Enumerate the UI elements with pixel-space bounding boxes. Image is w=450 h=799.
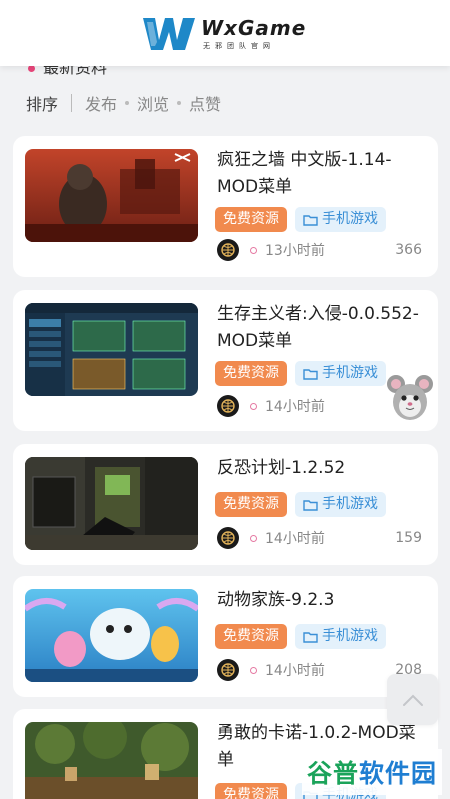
logo-subtitle: 无邪团队官网 [203,42,275,50]
sort-bar: 排序 发布 浏览 点赞 [26,90,221,116]
tag-category[interactable]: 手机游戏 [295,207,386,232]
folder-icon [303,499,318,511]
globe-icon [221,531,235,545]
logo-mark-icon [143,18,195,50]
separator-dot [177,101,182,105]
post-thumbnail[interactable] [25,722,198,799]
sort-option-publish[interactable]: 发布 [85,91,117,115]
post-thumbnail[interactable] [25,457,198,550]
tag-category[interactable]: 手机游戏 [295,361,386,386]
tag-category[interactable]: 手机游戏 [295,624,386,649]
post-title[interactable]: 动物家族-9.2.3 [217,587,422,614]
tag-category-label: 手机游戏 [322,496,378,512]
tag-category[interactable]: 手机游戏 [295,492,386,517]
clock-icon [250,402,257,410]
tag-category-label: 手机游戏 [322,365,378,381]
tag-category-label: 手机游戏 [322,211,378,227]
sort-title: 排序 [26,95,59,114]
author-avatar[interactable] [217,239,239,261]
post-time: 13小时前 [265,243,325,259]
mouse-mascot-icon[interactable] [386,372,434,424]
tag-free[interactable]: 免费资源 [215,783,287,799]
folder-icon [303,631,318,643]
divider [71,94,73,112]
author-avatar[interactable] [217,395,239,417]
post-title[interactable]: 疯狂之墙 中文版-1.14-MOD菜单 [217,147,422,201]
view-count: 159 [395,530,422,546]
tag-free[interactable]: 免费资源 [215,492,287,517]
tag-category-label: 手机游戏 [322,628,378,644]
back-to-top-button[interactable] [387,674,438,725]
post-thumbnail[interactable] [25,589,198,682]
clock-icon [250,534,257,542]
logo-text: WxGame [201,16,307,40]
globe-icon [221,243,235,257]
author-avatar[interactable] [217,527,239,549]
globe-icon [221,663,235,677]
watermark-part-2: 软件园 [359,759,438,788]
heading-dot [28,65,35,72]
post-title[interactable]: 反恐计划-1.2.52 [217,455,422,482]
post-card[interactable]: 反恐计划-1.2.52 免费资源 手机游戏 14小时前 159 [13,444,438,565]
post-card[interactable]: 疯狂之墙 中文版-1.14-MOD菜单 免费资源 手机游戏 13小时前 366 [13,136,438,277]
separator-dot [125,101,130,105]
folder-icon [303,214,318,226]
clock-icon [250,246,257,254]
tag-free[interactable]: 免费资源 [215,624,287,649]
author-avatar[interactable] [217,659,239,681]
clock-icon [250,666,257,674]
post-time: 14小时前 [265,663,325,679]
view-count: 366 [395,242,422,258]
watermark-part-1: 谷普 [306,759,359,788]
post-title[interactable]: 生存主义者:入侵-0.0.552-MOD菜单 [217,301,422,355]
watermark: 谷普 软件园 [302,749,442,795]
post-card[interactable]: 动物家族-9.2.3 免费资源 手机游戏 14小时前 208 [13,576,438,697]
site-logo[interactable]: WxGame 无邪团队官网 [141,13,311,55]
chevron-up-icon [402,694,423,706]
post-thumbnail[interactable] [25,303,198,396]
folder-icon [303,368,318,380]
tag-free[interactable]: 免费资源 [215,361,287,386]
post-time: 14小时前 [265,399,325,415]
post-thumbnail[interactable] [25,149,198,242]
tag-free[interactable]: 免费资源 [215,207,287,232]
globe-icon [221,399,235,413]
post-time: 14小时前 [265,531,325,547]
post-card[interactable]: 生存主义者:入侵-0.0.552-MOD菜单 免费资源 手机游戏 14小时前 6… [13,290,438,431]
site-header: WxGame 无邪团队官网 [0,0,450,66]
sort-option-views[interactable]: 浏览 [137,91,169,115]
sort-option-likes[interactable]: 点赞 [189,91,221,115]
